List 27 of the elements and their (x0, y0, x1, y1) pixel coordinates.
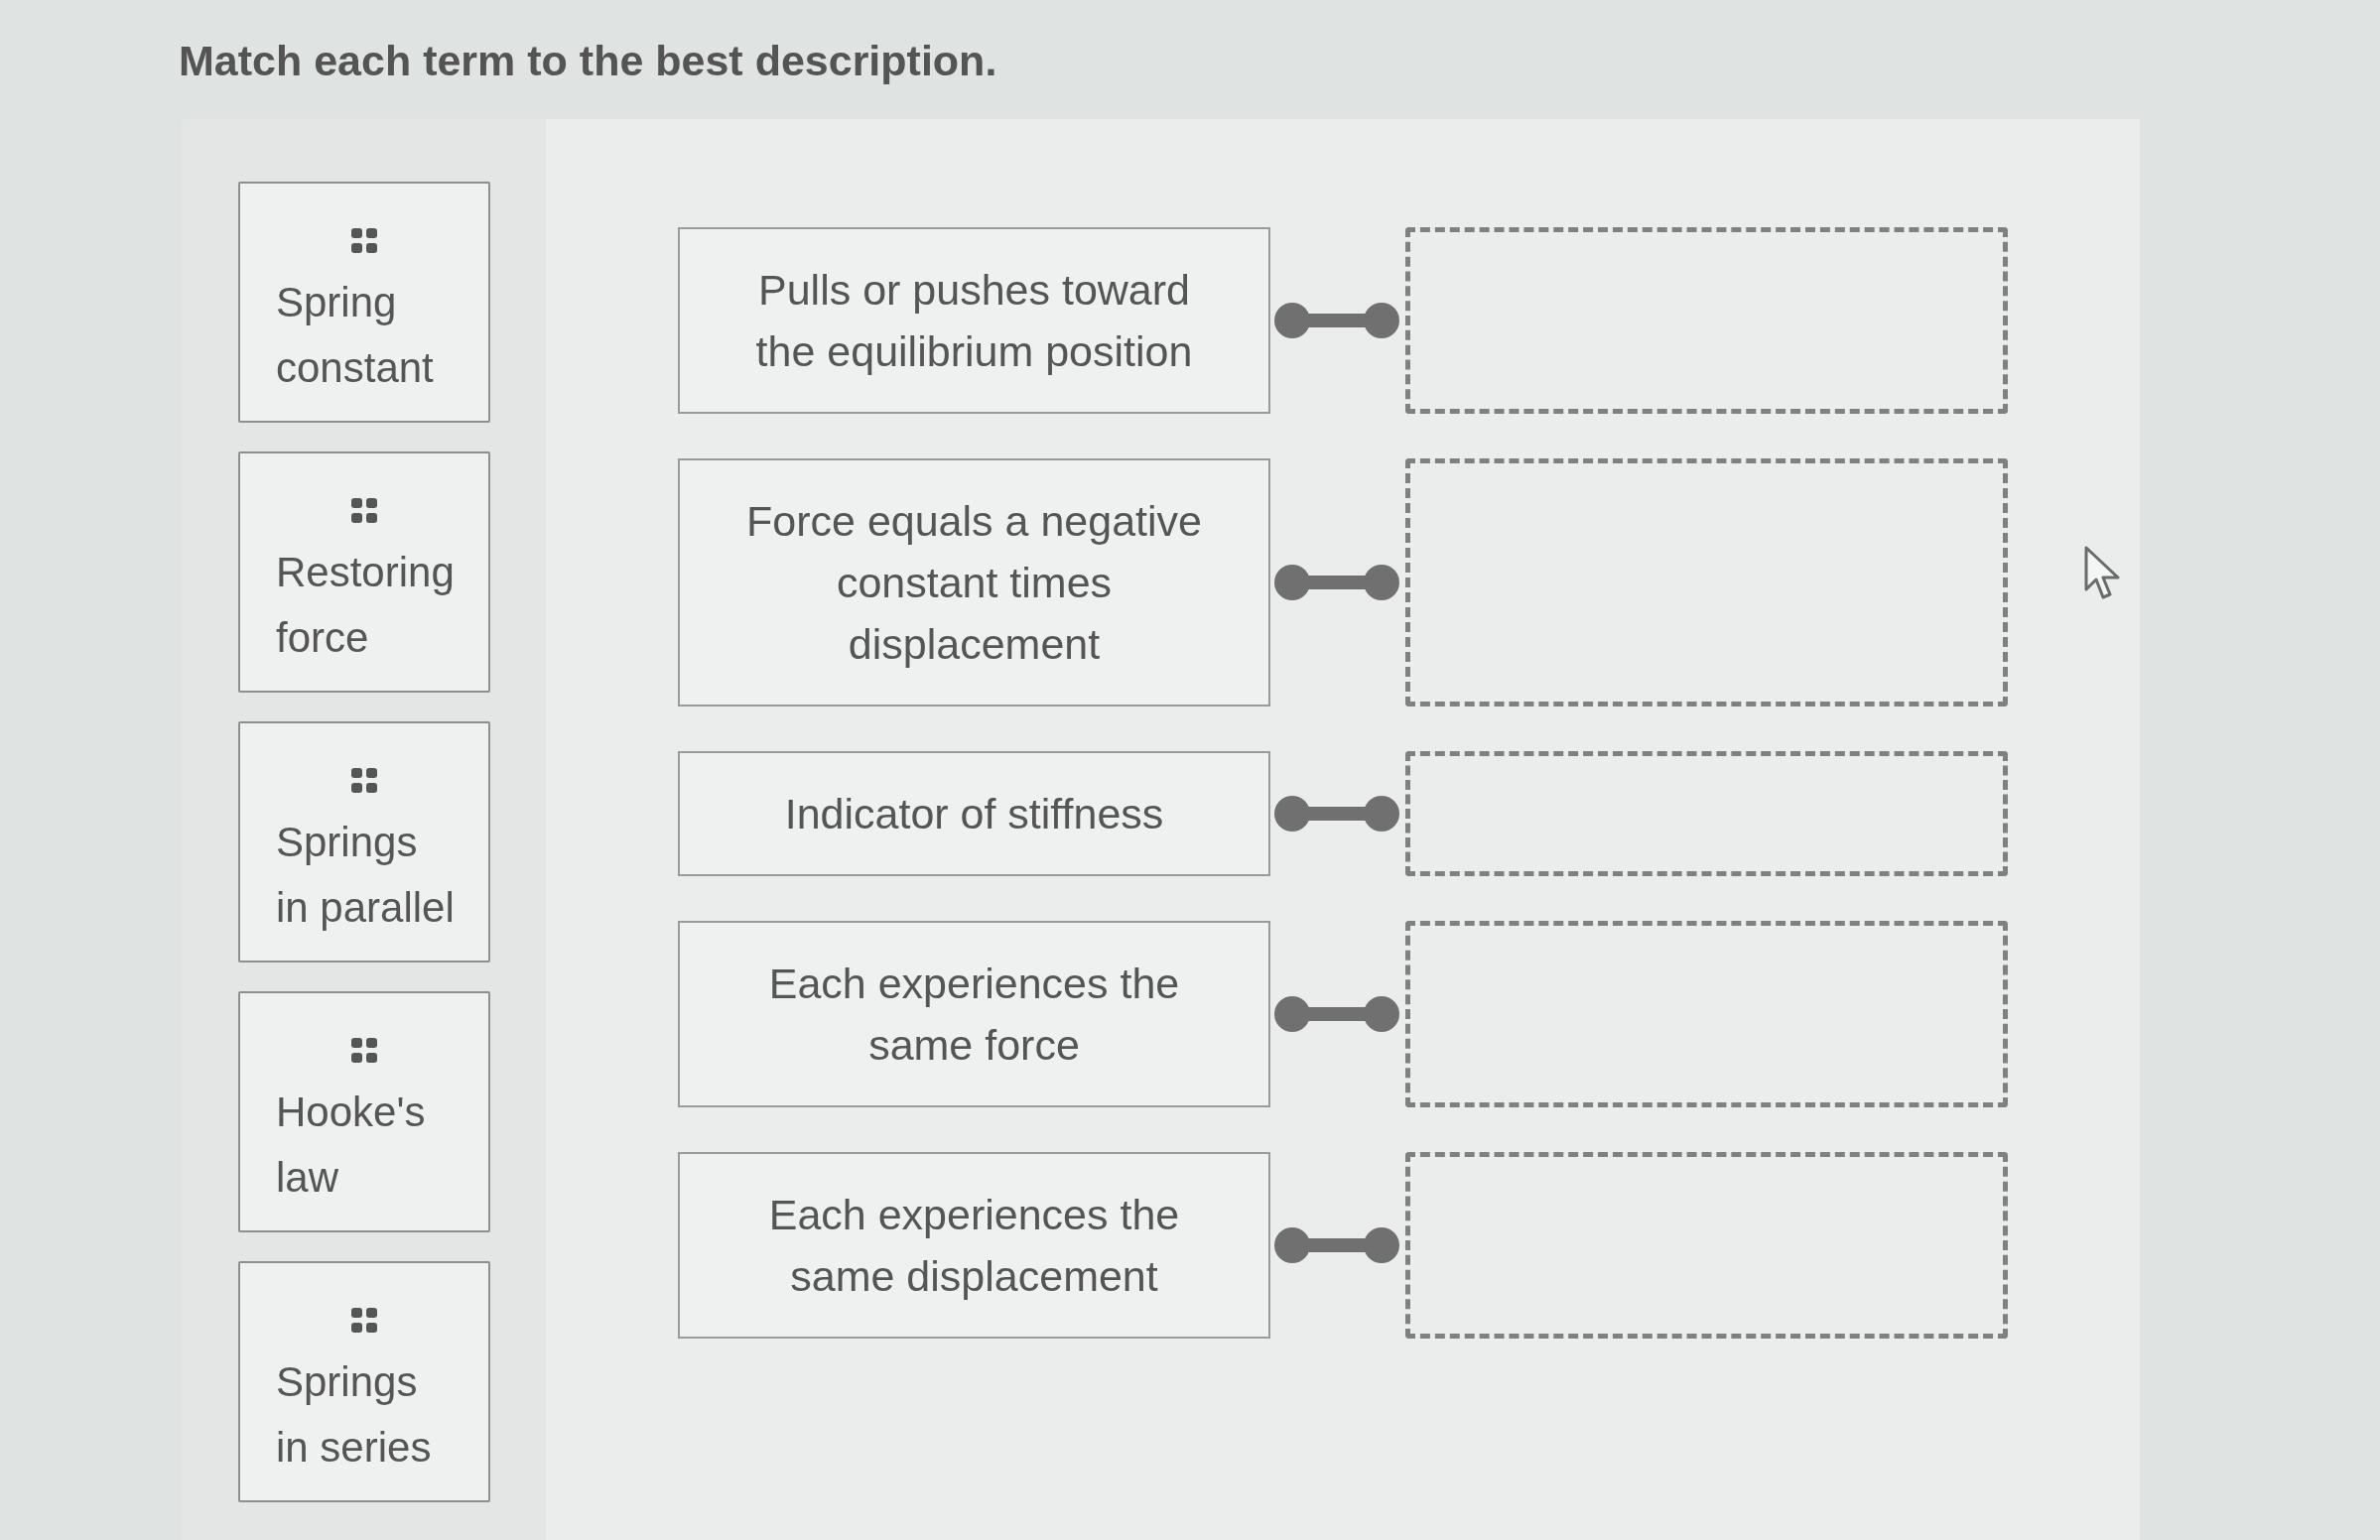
term-card[interactable]: Springs in parallel (238, 721, 490, 962)
instruction-text: Match each term to the best description. (179, 36, 997, 85)
description-card: Each experiences the same displacement (678, 1152, 1270, 1339)
drop-zone[interactable] (1405, 751, 2008, 876)
connector-icon (1274, 565, 1399, 600)
grip-icon (351, 768, 377, 793)
drop-zone[interactable] (1405, 921, 2008, 1107)
description-card: Indicator of stiffness (678, 751, 1270, 876)
drop-zone[interactable] (1405, 227, 2008, 414)
description-card: Pulls or pushes toward the equilibrium position (678, 227, 1270, 414)
drop-zone[interactable] (1405, 458, 2008, 706)
connector-icon (1274, 303, 1399, 338)
term-card[interactable]: Hooke's law (238, 991, 490, 1232)
grip-icon (351, 1308, 377, 1333)
connector-icon (1274, 796, 1399, 832)
cursor-icon (2084, 546, 2122, 601)
grip-icon (351, 1038, 377, 1063)
description-card: Force equals a negative constant times displacement (678, 458, 1270, 706)
connector-icon (1274, 996, 1399, 1032)
grip-icon (351, 498, 377, 523)
term-card[interactable]: Spring constant (238, 182, 490, 423)
drop-zone[interactable] (1405, 1152, 2008, 1339)
term-card[interactable]: Springs in series (238, 1261, 490, 1502)
term-card[interactable]: Restoring force (238, 451, 490, 693)
grip-icon (351, 228, 377, 253)
connector-icon (1274, 1227, 1399, 1263)
description-card: Each experiences the same force (678, 921, 1270, 1107)
